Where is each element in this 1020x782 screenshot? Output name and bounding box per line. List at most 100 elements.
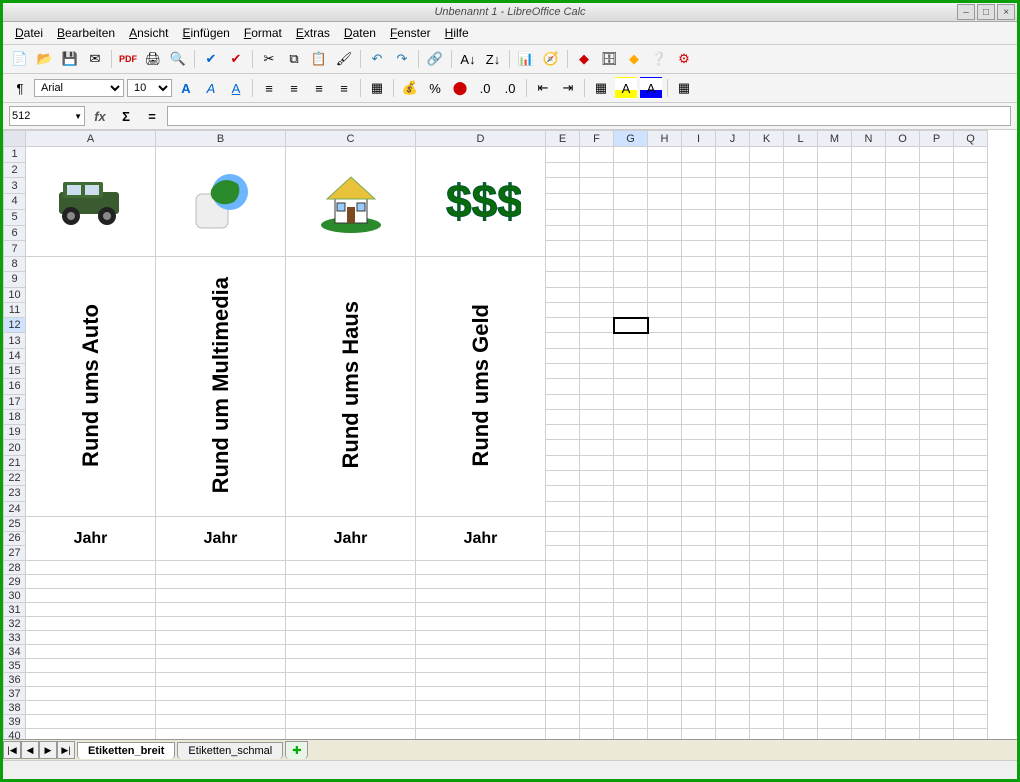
cell-I23[interactable] (682, 486, 716, 501)
cell-J40[interactable] (716, 729, 750, 740)
cell-N14[interactable] (852, 348, 886, 363)
cell-H28[interactable] (648, 561, 682, 575)
cell-I17[interactable] (682, 394, 716, 409)
cell-I25[interactable] (682, 517, 716, 532)
cell-Q2[interactable] (954, 162, 988, 178)
cell-E12[interactable] (546, 318, 580, 333)
cell-N21[interactable] (852, 455, 886, 470)
cell-J14[interactable] (716, 348, 750, 363)
cell-L28[interactable] (784, 561, 818, 575)
cell-M4[interactable] (818, 194, 852, 210)
cell-O1[interactable] (886, 147, 920, 163)
redo-icon[interactable]: ↷ (391, 48, 413, 70)
cell-H29[interactable] (648, 575, 682, 589)
save-icon[interactable]: 💾 (59, 48, 81, 70)
cell-O36[interactable] (886, 673, 920, 687)
cell-E40[interactable] (546, 729, 580, 740)
add-decimal-icon[interactable]: .0 (474, 77, 496, 99)
cell-F2[interactable] (580, 162, 614, 178)
cell-O39[interactable] (886, 715, 920, 729)
cell-F32[interactable] (580, 617, 614, 631)
row-header-30[interactable]: 30 (4, 589, 26, 603)
cell-G28[interactable] (614, 561, 648, 575)
cell-H18[interactable] (648, 409, 682, 424)
cell-J1[interactable] (716, 147, 750, 163)
cell-F14[interactable] (580, 348, 614, 363)
cell-J38[interactable] (716, 701, 750, 715)
cell-E11[interactable] (546, 302, 580, 317)
cell-I28[interactable] (682, 561, 716, 575)
cell-M14[interactable] (818, 348, 852, 363)
cell-F17[interactable] (580, 394, 614, 409)
cell-G1[interactable] (614, 147, 648, 163)
cell-K29[interactable] (750, 575, 784, 589)
cell-B36[interactable] (156, 673, 286, 687)
navigator-icon[interactable]: 🧭 (540, 48, 562, 70)
cell-H19[interactable] (648, 425, 682, 440)
cell-M27[interactable] (818, 546, 852, 561)
cell-J22[interactable] (716, 470, 750, 485)
cell-I14[interactable] (682, 348, 716, 363)
cell-M28[interactable] (818, 561, 852, 575)
cell-O35[interactable] (886, 659, 920, 673)
cell-Q16[interactable] (954, 379, 988, 394)
cell-G25[interactable] (614, 517, 648, 532)
cell-L6[interactable] (784, 225, 818, 241)
cell-Q18[interactable] (954, 409, 988, 424)
row-header-9[interactable]: 9 (4, 272, 26, 287)
cell-H30[interactable] (648, 589, 682, 603)
cell-O2[interactable] (886, 162, 920, 178)
col-header-N[interactable]: N (852, 131, 886, 147)
cell-I11[interactable] (682, 302, 716, 317)
align-right-icon[interactable]: ≡ (308, 77, 330, 99)
cell-F21[interactable] (580, 455, 614, 470)
cell-Q15[interactable] (954, 363, 988, 378)
cell-P37[interactable] (920, 687, 954, 701)
cell-Q38[interactable] (954, 701, 988, 715)
cell-H23[interactable] (648, 486, 682, 501)
menu-datei[interactable]: Datei (9, 24, 49, 42)
cell-Q12[interactable] (954, 318, 988, 333)
cell-H38[interactable] (648, 701, 682, 715)
cell-M30[interactable] (818, 589, 852, 603)
cell-M15[interactable] (818, 363, 852, 378)
sort-asc-icon[interactable]: A↓ (457, 48, 479, 70)
cell-E21[interactable] (546, 455, 580, 470)
cell-H31[interactable] (648, 603, 682, 617)
cell-P15[interactable] (920, 363, 954, 378)
cell-F16[interactable] (580, 379, 614, 394)
col-header-F[interactable]: F (580, 131, 614, 147)
cell-A34[interactable] (26, 645, 156, 659)
cell-L40[interactable] (784, 729, 818, 740)
cell-O24[interactable] (886, 501, 920, 517)
cell-I7[interactable] (682, 241, 716, 257)
row-header-11[interactable]: 11 (4, 302, 26, 317)
cell-K5[interactable] (750, 209, 784, 225)
cell-H17[interactable] (648, 394, 682, 409)
row-header-23[interactable]: 23 (4, 486, 26, 501)
cell-M31[interactable] (818, 603, 852, 617)
cell-Q35[interactable] (954, 659, 988, 673)
cell-L8[interactable] (784, 257, 818, 272)
tab-nav-0[interactable]: |◀ (3, 741, 21, 759)
cell-I18[interactable] (682, 409, 716, 424)
cell-K36[interactable] (750, 673, 784, 687)
cell-L36[interactable] (784, 673, 818, 687)
cell-N30[interactable] (852, 589, 886, 603)
cell-J31[interactable] (716, 603, 750, 617)
cell-M1[interactable] (818, 147, 852, 163)
cell-E35[interactable] (546, 659, 580, 673)
cell-Q19[interactable] (954, 425, 988, 440)
copy-icon[interactable]: ⧉ (283, 48, 305, 70)
cell-C30[interactable] (286, 589, 416, 603)
cell-E29[interactable] (546, 575, 580, 589)
cell-J8[interactable] (716, 257, 750, 272)
cell-I9[interactable] (682, 272, 716, 287)
cell-O33[interactable] (886, 631, 920, 645)
cell-M13[interactable] (818, 333, 852, 348)
cell-M36[interactable] (818, 673, 852, 687)
row-header-4[interactable]: 4 (4, 194, 26, 210)
cell-K6[interactable] (750, 225, 784, 241)
cell-N38[interactable] (852, 701, 886, 715)
cell-L35[interactable] (784, 659, 818, 673)
